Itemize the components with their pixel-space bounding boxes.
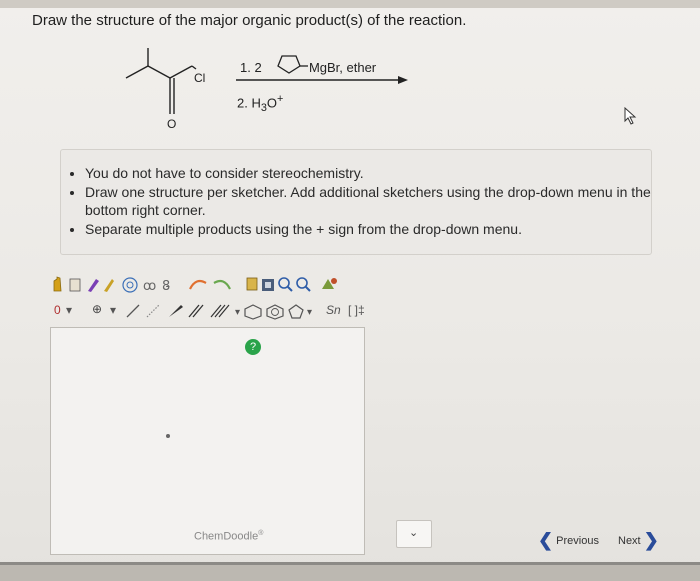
instruction-item: Separate multiple products using the + s… — [85, 220, 651, 238]
chevron-down-icon[interactable]: ▾ — [235, 307, 240, 318]
double-bond-icon[interactable] — [188, 304, 204, 318]
zoom-in-icon[interactable] — [278, 277, 293, 292]
svg-text:ꝏ: ꝏ — [143, 279, 156, 294]
hand-tool-icon[interactable] — [53, 276, 62, 292]
next-label: Next — [618, 535, 641, 547]
bottom-strip — [0, 565, 700, 581]
chevron-down-icon[interactable]: ▾ — [110, 303, 116, 317]
chain-tool[interactable]: Sn — [326, 303, 341, 317]
chevron-left-icon: ❮ — [538, 530, 554, 550]
chevron-down-icon: ⌄ — [409, 527, 419, 539]
mouse-cursor-icon — [624, 107, 637, 125]
undo-icon[interactable] — [189, 279, 207, 290]
clean-structure-icon[interactable] — [322, 278, 337, 289]
pencil-tool-icon[interactable] — [88, 279, 99, 292]
help-icon[interactable]: ? — [245, 339, 261, 355]
copy-icon[interactable] — [246, 277, 258, 291]
redo-icon[interactable] — [213, 279, 231, 290]
reaction-scheme: Cl O — [125, 48, 408, 131]
sketcher-options-dropdown[interactable]: ⌄ — [396, 520, 432, 548]
ring-template-icon[interactable] — [122, 277, 138, 293]
reagent-2-mid: O — [266, 95, 277, 111]
brand-name: ChemDoodle — [194, 530, 259, 543]
reagent-2: 2. H3O+ — [237, 93, 283, 114]
reagent-1-suffix: MgBr, ether — [308, 60, 377, 75]
page-background: Draw the structure of the major organic … — [0, 0, 700, 581]
bracket-tool[interactable]: [ ]‡ — [348, 303, 365, 317]
previous-label: Previous — [556, 535, 599, 547]
question-text: Draw the structure of the major organic … — [32, 12, 467, 29]
svg-text:▾: ▾ — [307, 307, 312, 318]
zoom-out-icon[interactable] — [296, 277, 311, 292]
chevron-right-icon: ❯ — [643, 530, 659, 550]
dashed-bond-icon[interactable] — [146, 304, 160, 318]
instructions-box: You do not have to consider stereochemis… — [60, 149, 652, 255]
next-button[interactable]: Next ❯ — [618, 530, 659, 551]
triple-bond-icon[interactable] — [210, 304, 230, 318]
svg-text:8̵: 8̵ — [162, 279, 170, 294]
chevron-down-icon[interactable]: ▾ — [66, 303, 72, 317]
template2-icon[interactable]: 8̵ — [162, 279, 170, 294]
sketcher-toolbar-top: ꝏ 8̵ — [50, 273, 380, 295]
sketcher-canvas[interactable] — [50, 327, 365, 555]
benzene-icon[interactable] — [266, 304, 284, 320]
wedge-bond-icon[interactable] — [169, 305, 183, 317]
charge-tool[interactable]: 0 — [54, 303, 61, 317]
chemdoodle-brand: ChemDoodle® — [194, 530, 263, 543]
oxygen-label: O — [167, 117, 176, 131]
reagent-2-sup: + — [277, 93, 284, 105]
previous-button[interactable]: ❮ Previous — [538, 530, 599, 551]
reagent-1: 1. 2 MgBr, ether — [240, 60, 376, 75]
eraser-tool-icon[interactable] — [69, 278, 81, 292]
single-bond-icon[interactable] — [126, 304, 140, 318]
canvas-dot — [166, 434, 170, 438]
reagent-2-prefix: 2. H — [237, 95, 261, 111]
sketcher-toolbar-bottom: 0 ▾ ⊕ ▾ ▾ ▾ Sn [ ]‡ — [50, 300, 390, 322]
starting-material — [125, 48, 197, 114]
brand-mark: ® — [258, 530, 264, 537]
cyclohexane-icon[interactable] — [244, 304, 262, 320]
template-icon[interactable]: ꝏ — [143, 279, 156, 294]
instruction-item: You do not have to consider stereochemis… — [85, 164, 651, 182]
reagent-1-prefix: 1. 2 — [240, 60, 262, 75]
top-strip — [0, 0, 700, 8]
plus-charge-tool[interactable]: ⊕ — [92, 302, 102, 316]
chlorine-label: Cl — [194, 71, 205, 85]
instruction-item: Draw one structure per sketcher. Add add… — [85, 183, 651, 219]
brush-tool-icon[interactable] — [104, 279, 114, 292]
arrow-head — [398, 76, 408, 84]
cyclopentane-icon[interactable]: ▾ — [288, 302, 318, 320]
paste-icon[interactable] — [262, 279, 274, 291]
